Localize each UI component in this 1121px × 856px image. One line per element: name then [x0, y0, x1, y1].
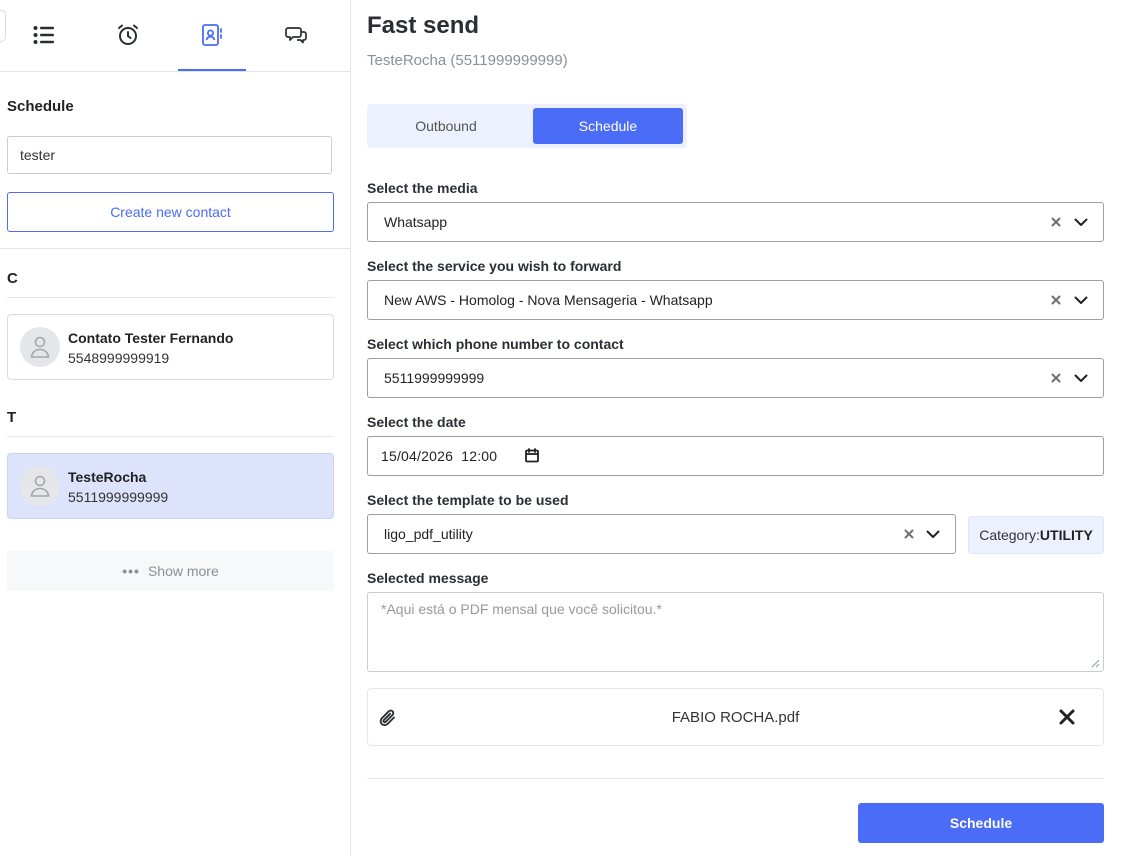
contact-book-icon	[202, 24, 222, 46]
clear-icon[interactable]	[1048, 369, 1064, 387]
panel-edge-handle[interactable]	[0, 10, 6, 42]
contact-card[interactable]: Contato Tester Fernando 5548999999919	[7, 314, 334, 380]
contact-phone: 5548999999919	[68, 350, 170, 366]
show-more-button[interactable]: ••• Show more	[7, 551, 334, 591]
contact-phone: 5511999999999	[68, 489, 169, 505]
fast-send-form: Fast send TesteRocha (5511999999999) Out…	[351, 0, 1121, 856]
phone-select[interactable]: 5511999999999	[367, 358, 1104, 398]
tab-chats[interactable]	[262, 0, 330, 70]
contact-card-selected[interactable]: TesteRocha 5511999999999	[7, 453, 334, 519]
create-new-contact-button[interactable]: Create new contact	[7, 192, 334, 232]
calendar-icon[interactable]	[525, 448, 539, 468]
schedule-tab[interactable]: Schedule	[533, 108, 683, 144]
template-label: Select the template to be used	[367, 492, 569, 508]
group-letter: C	[7, 270, 18, 287]
schedule-submit-button[interactable]: Schedule	[858, 803, 1104, 843]
chat-bubbles-icon	[285, 27, 307, 44]
divider	[367, 778, 1104, 779]
divider	[0, 248, 350, 249]
message-textarea[interactable]: *Aqui está o PDF mensal que você solicit…	[367, 592, 1104, 672]
date-input[interactable]: 15/04/2026 12:00	[367, 436, 1104, 476]
date-label: Select the date	[367, 414, 466, 430]
tab-list[interactable]	[10, 0, 78, 70]
template-value: ligo_pdf_utility	[384, 526, 473, 542]
show-more-label: Show more	[147, 563, 219, 579]
page-subtitle: TesteRocha (5511999999999)	[367, 52, 568, 69]
resize-handle-icon[interactable]	[1090, 658, 1100, 668]
date-value: 15/04/2026 12:00	[381, 448, 498, 464]
media-select[interactable]: Whatsapp	[367, 202, 1104, 242]
category-label: Category:	[979, 527, 1040, 543]
media-value: Whatsapp	[384, 214, 448, 230]
service-select[interactable]: New AWS - Homolog - Nova Mensageria - Wh…	[367, 280, 1104, 320]
clear-icon[interactable]	[1048, 291, 1064, 309]
contacts-panel: Schedule Create new contact C Contato Te…	[0, 0, 351, 856]
user-icon	[30, 336, 50, 358]
category-badge: Category: UTILITY	[968, 516, 1104, 554]
group-letter: T	[7, 409, 17, 426]
media-label: Select the media	[367, 180, 478, 196]
phone-label: Select which phone number to contact	[367, 336, 624, 352]
attachment-row: FABIO ROCHA.pdf	[367, 688, 1104, 746]
clear-icon[interactable]	[901, 525, 917, 543]
attachment-filename: FABIO ROCHA.pdf	[671, 709, 800, 726]
mode-toggle: Outbound Schedule	[367, 104, 687, 148]
service-label: Select the service you wish to forward	[367, 258, 622, 274]
clear-icon[interactable]	[1048, 213, 1064, 231]
divider	[7, 297, 334, 298]
remove-attachment-close-icon[interactable]	[1058, 708, 1076, 731]
chevron-down-icon[interactable]	[1072, 369, 1090, 387]
outbound-tab[interactable]: Outbound	[371, 108, 521, 144]
service-value: New AWS - Homolog - Nova Mensageria - Wh…	[384, 292, 713, 308]
avatar	[20, 327, 60, 367]
page-title: Fast send	[367, 12, 480, 39]
chevron-down-icon[interactable]	[1072, 291, 1090, 309]
category-value: UTILITY	[1039, 527, 1093, 543]
tab-contacts[interactable]	[178, 0, 246, 71]
tab-schedule[interactable]	[94, 0, 162, 70]
message-label: Selected message	[367, 570, 489, 586]
divider	[7, 436, 334, 437]
chevron-down-icon[interactable]	[924, 525, 942, 543]
list-icon	[33, 26, 54, 44]
alarm-clock-icon	[118, 24, 138, 45]
phone-value: 5511999999999	[384, 370, 485, 386]
template-select[interactable]: ligo_pdf_utility	[367, 514, 956, 554]
avatar	[20, 466, 60, 506]
contact-name: Contato Tester Fernando	[68, 330, 234, 346]
user-icon	[30, 475, 50, 497]
sidebar-tabs	[0, 0, 350, 72]
contact-search-input[interactable]	[7, 136, 332, 174]
contact-name: TesteRocha	[68, 469, 147, 485]
more-dots-icon: •••	[122, 563, 140, 579]
section-title: Schedule	[7, 98, 74, 115]
chevron-down-icon[interactable]	[1072, 213, 1090, 231]
